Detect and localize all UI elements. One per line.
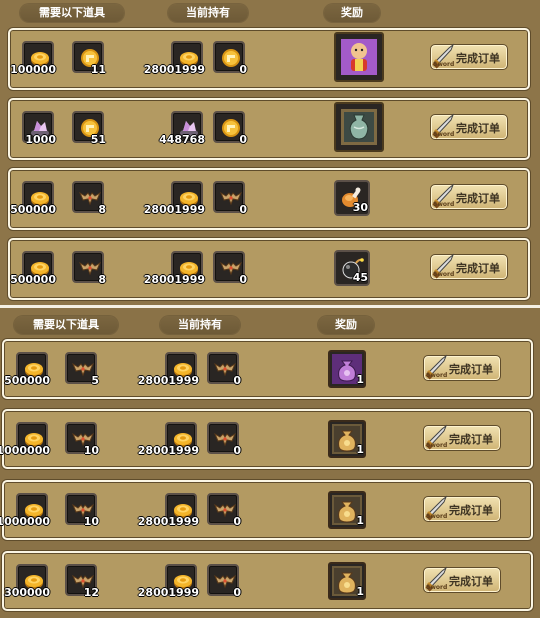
complete-order-button[interactable]: 完成订单 Sword: [423, 424, 501, 451]
required-item-count: 500000: [4, 374, 50, 387]
complete-order-label: 完成订单: [449, 433, 493, 446]
complete-order-label: 完成订单: [456, 192, 500, 205]
required-item-count: 10: [83, 444, 99, 457]
sword-caption: Sword: [426, 372, 448, 379]
sword-caption: Sword: [426, 584, 448, 591]
owned-item-count: 28001999: [143, 203, 205, 216]
complete-order-label: 完成订单: [456, 52, 500, 65]
monk-character-icon: [341, 39, 377, 79]
reward-count: 1: [356, 373, 364, 386]
owned-item-count: 0: [239, 273, 247, 286]
sword-caption: Sword: [433, 61, 455, 68]
header-current-owned: 当前持有: [160, 316, 240, 334]
required-item-count: 8: [98, 203, 106, 216]
required-item-count: 8: [98, 273, 106, 286]
owned-item-count: 28001999: [137, 586, 199, 599]
required-item-count: 500000: [10, 203, 56, 216]
required-item-count: 1000: [25, 133, 56, 146]
owned-item-count: 0: [239, 63, 247, 76]
sword-caption: Sword: [433, 271, 455, 278]
sword-caption: Sword: [426, 442, 448, 449]
owned-item-count: 0: [239, 203, 247, 216]
complete-order-button[interactable]: 完成订单 Sword: [430, 183, 508, 210]
header-reward: 奖励: [318, 316, 374, 334]
sword-caption: Sword: [433, 131, 455, 138]
header-required-items: 需要以下道具: [14, 316, 118, 334]
sword-caption: Sword: [433, 201, 455, 208]
complete-order-button[interactable]: 完成订单 Sword: [430, 113, 508, 140]
owned-item-count: 0: [233, 444, 241, 457]
jade-vase-icon: [341, 109, 377, 149]
header-reward: 奖励: [324, 4, 380, 22]
complete-order-label: 完成订单: [449, 363, 493, 376]
owned-item-count: 28001999: [137, 444, 199, 457]
reward-count: 1: [356, 585, 364, 598]
complete-order-button[interactable]: 完成订单 Sword: [423, 495, 501, 522]
required-item-count: 11: [90, 63, 106, 76]
required-item-count: 5: [91, 374, 99, 387]
required-item-count: 1000000: [0, 444, 50, 457]
header-required-items: 需要以下道具: [20, 4, 124, 22]
complete-order-label: 完成订单: [456, 122, 500, 135]
complete-order-button[interactable]: 完成订单 Sword: [423, 354, 501, 381]
required-item-count: 1000000: [0, 515, 50, 528]
required-item-count: 500000: [10, 273, 56, 286]
complete-order-label: 完成订单: [449, 504, 493, 517]
header-current-owned: 当前持有: [168, 4, 248, 22]
required-item-count: 300000: [4, 586, 50, 599]
required-item-count: 51: [90, 133, 106, 146]
owned-item-count: 28001999: [137, 374, 199, 387]
required-item-count: 100000: [10, 63, 56, 76]
complete-order-button[interactable]: 完成订单 Sword: [430, 253, 508, 280]
complete-order-button[interactable]: 完成订单 Sword: [430, 43, 508, 70]
owned-item-count: 0: [239, 133, 247, 146]
reward-item[interactable]: [334, 102, 384, 152]
reward-item[interactable]: [334, 32, 384, 82]
reward-count: 1: [356, 514, 364, 527]
sword-caption: Sword: [426, 513, 448, 520]
reward-count: 1: [356, 443, 364, 456]
owned-item-count: 28001999: [143, 63, 205, 76]
required-item-count: 12: [83, 586, 99, 599]
owned-item-count: 448768: [159, 133, 205, 146]
owned-item-count: 0: [233, 515, 241, 528]
owned-item-count: 0: [233, 586, 241, 599]
owned-item-count: 28001999: [137, 515, 199, 528]
required-item-count: 10: [83, 515, 99, 528]
complete-order-label: 完成订单: [456, 262, 500, 275]
complete-order-button[interactable]: 完成订单 Sword: [423, 566, 501, 593]
complete-order-label: 完成订单: [449, 575, 493, 588]
owned-item-count: 28001999: [143, 273, 205, 286]
owned-item-count: 0: [233, 374, 241, 387]
reward-count: 30: [352, 201, 368, 214]
reward-count: 45: [352, 271, 368, 284]
